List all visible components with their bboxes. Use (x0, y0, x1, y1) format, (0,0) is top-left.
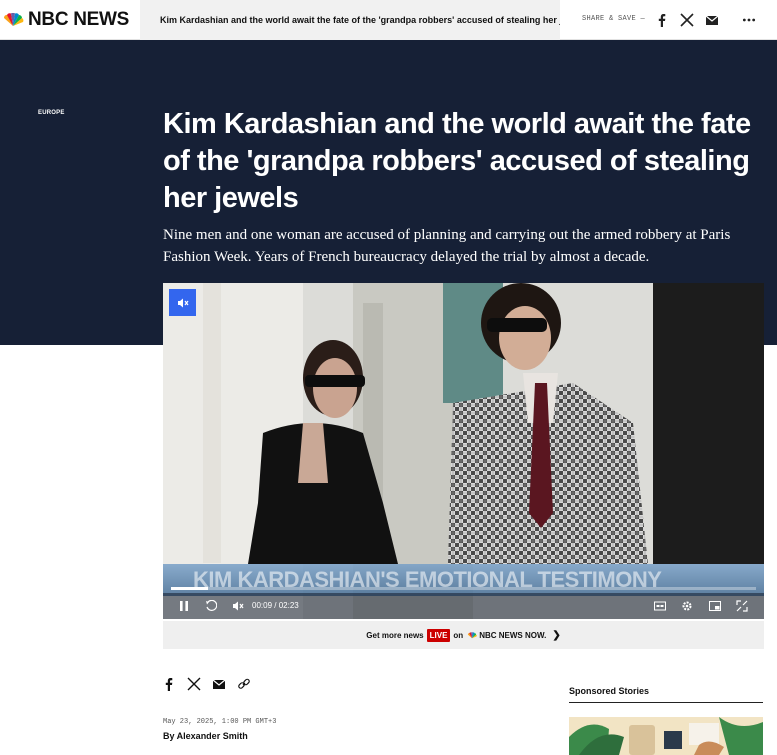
live-badge: LIVE (426, 628, 451, 642)
article-byline[interactable]: By Alexander Smith (163, 731, 248, 741)
sponsored-thumbnail (569, 717, 763, 755)
article-headline: Kim Kardashian and the world await the f… (163, 108, 751, 214)
video-progress-fill (171, 587, 208, 590)
live-promo-banner[interactable]: Get more news LIVE on NBC NEWS NOW. ❯ (163, 621, 764, 649)
sponsored-stories-heading: Sponsored Stories (569, 686, 650, 696)
sponsored-story-image[interactable] (569, 717, 763, 755)
video-controls: 00:09 / 02:23 (163, 593, 764, 619)
video-progress-bar[interactable] (171, 587, 756, 590)
promo-on: on (453, 630, 464, 640)
nbc-news-logo[interactable]: NBC NEWS (0, 0, 140, 40)
section-label[interactable]: EUROPE (38, 110, 65, 116)
promo-channel: NBC NEWS NOW. (479, 630, 547, 640)
settings-gear-icon[interactable] (680, 599, 694, 613)
pause-icon[interactable] (177, 599, 191, 613)
article-dek: Nine men and one woman are accused of pl… (163, 227, 731, 265)
email-share-icon[interactable] (211, 676, 227, 692)
fullscreen-icon[interactable] (735, 599, 749, 613)
rewind-icon[interactable] (204, 599, 218, 613)
video-player[interactable]: KIM KARDASHIAN'S EMOTIONAL TESTIMONY 00:… (163, 283, 764, 619)
share-save-label: SHARE & SAVE — (582, 15, 646, 23)
copy-link-icon[interactable] (236, 676, 252, 692)
time-total: 02:23 (278, 601, 299, 610)
sticky-headline: Kim Kardashian and the world await the f… (140, 0, 560, 40)
muted-speaker-icon (177, 298, 188, 307)
captions-icon[interactable] (653, 599, 667, 613)
peacock-icon (3, 13, 24, 26)
x-icon[interactable] (678, 11, 696, 29)
more-icon[interactable] (740, 11, 758, 29)
facebook-icon[interactable] (653, 11, 671, 29)
promo-prefix: Get more news (366, 630, 424, 640)
mute-toggle-button[interactable] (169, 289, 196, 316)
article-date: May 23, 2025, 1:00 PM GMT+3 (163, 718, 277, 726)
picture-in-picture-icon[interactable] (708, 599, 722, 613)
logo-text: NBC NEWS (28, 9, 130, 30)
chevron-right-icon: ❯ (552, 629, 561, 641)
time-separator: / (274, 601, 277, 610)
peacock-icon (468, 631, 477, 638)
top-nav-bar: NBC NEWS Kim Kardashian and the world aw… (0, 0, 777, 40)
facebook-share-icon[interactable] (161, 676, 177, 692)
video-time: 00:09 / 02:23 (252, 601, 299, 610)
sponsored-divider (569, 702, 763, 703)
mail-icon[interactable] (703, 11, 721, 29)
volume-muted-icon[interactable] (231, 599, 245, 613)
video-lower-third: KIM KARDASHIAN'S EMOTIONAL TESTIMONY (163, 564, 764, 596)
time-current: 00:09 (252, 601, 273, 610)
x-share-icon[interactable] (186, 676, 202, 692)
